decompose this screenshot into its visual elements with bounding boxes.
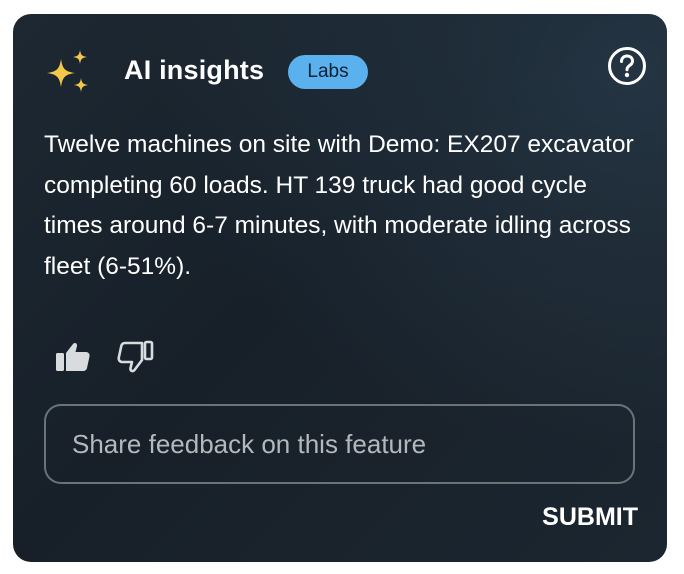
sparkle-icon	[47, 50, 88, 92]
feedback-input[interactable]	[44, 404, 635, 484]
help-circle-icon[interactable]	[607, 46, 647, 86]
card-title: AI insights	[124, 55, 265, 85]
ai-insights-card: AI insights Labs Twelve machines on site…	[13, 14, 667, 562]
labs-badge: Labs	[288, 55, 368, 89]
insight-text: Twelve machines on site with Demo: EX207…	[44, 131, 634, 280]
submit-button[interactable]: SUBMIT	[498, 498, 638, 536]
thumbs-down-icon[interactable]	[115, 337, 155, 377]
thumbs-up-icon[interactable]	[54, 337, 94, 377]
